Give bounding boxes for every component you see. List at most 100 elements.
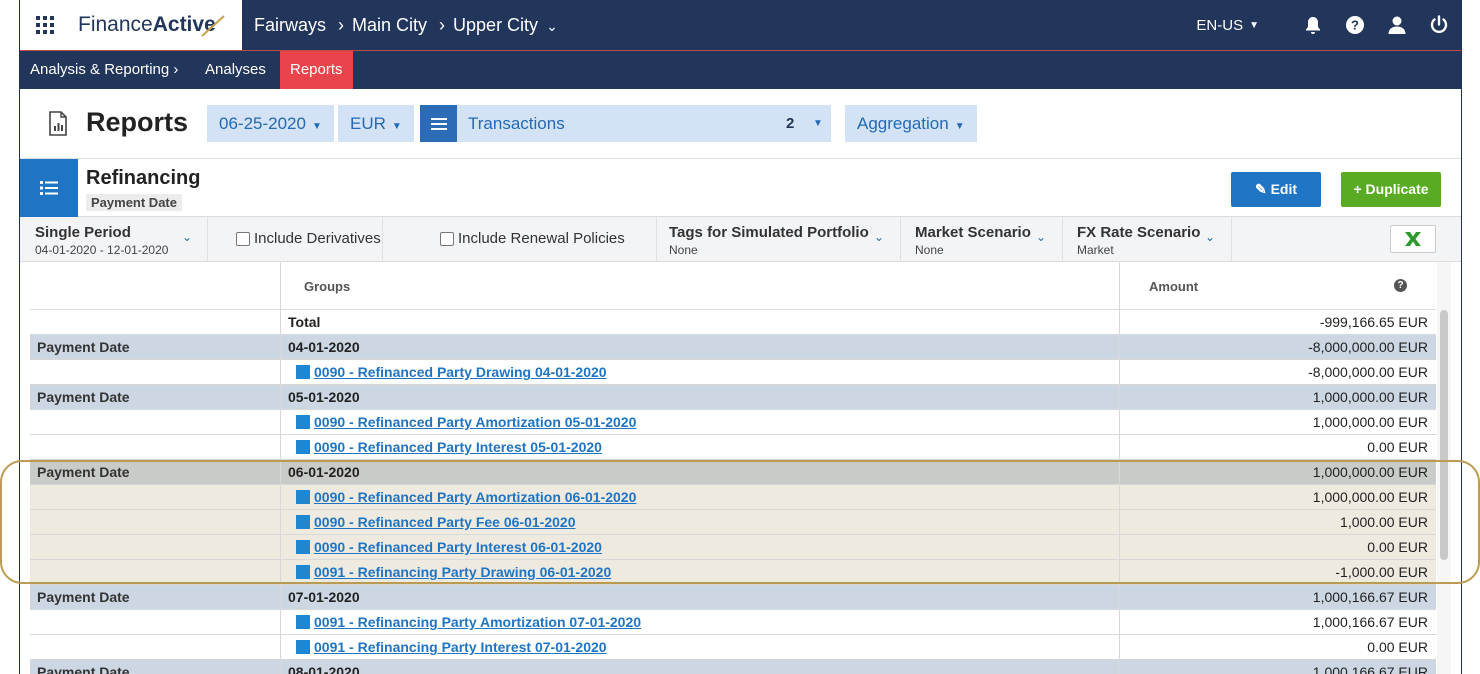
market-title: Market Scenario — [915, 224, 1031, 241]
row-amount: 1,000.00 EUR — [1340, 514, 1428, 530]
transaction-link[interactable]: 0090 - Refinanced Party Amortization 05-… — [314, 414, 636, 430]
chevron-down-icon: ⌄ — [1205, 230, 1216, 244]
caret-down-icon: ▼ — [391, 121, 402, 132]
date-value: 06-25-2020 — [219, 114, 306, 133]
row-amount: 1,000,166.67 EUR — [1312, 664, 1428, 674]
include-renewal-checkbox[interactable]: Include Renewal Policies — [440, 230, 625, 247]
language-selector[interactable]: EN-US ▼ — [1196, 17, 1259, 34]
market-scenario-filter[interactable]: Market Scenario None ⌄ — [901, 217, 1063, 262]
currency-dropdown[interactable]: EUR ▼ — [338, 105, 414, 142]
transaction-square-icon — [296, 440, 310, 454]
table-row: 0090 - Refinanced Party Amortization 06-… — [30, 485, 1436, 510]
table-row: 0091 - Refinancing Party Interest 07-01-… — [30, 635, 1436, 660]
chevron-down-icon[interactable]: ⌄ — [546, 18, 558, 34]
fx-scenario-filter[interactable]: FX Rate Scenario Market ⌄ — [1063, 217, 1232, 262]
chevron-down-icon: ⌄ — [182, 230, 193, 244]
page-header: Reports 06-25-2020 ▼ EUR ▼ Transactions 2 … — [20, 89, 1461, 159]
date-dropdown[interactable]: 06-25-2020 ▼ — [207, 105, 334, 142]
edit-button[interactable]: ✎ Edit — [1231, 172, 1321, 207]
transactions-count: 2 — [786, 115, 795, 132]
caret-down-icon: ▼ — [311, 121, 322, 132]
duplicate-button[interactable]: + Duplicate — [1341, 172, 1441, 207]
row-group-value: Total — [288, 314, 321, 330]
caret-down-icon: ▼ — [954, 121, 965, 132]
breadcrumb-item[interactable]: Main City — [352, 15, 427, 35]
checkbox-box — [236, 231, 250, 246]
nav-reports[interactable]: Reports — [280, 51, 353, 89]
row-amount: 0.00 EUR — [1367, 639, 1428, 655]
nav-analyses[interactable]: Analyses — [195, 51, 276, 89]
aggregation-label: Aggregation — [857, 114, 949, 133]
help-icon[interactable]: ? — [1345, 15, 1365, 35]
transaction-square-icon — [296, 490, 310, 504]
menu-lines-icon — [420, 105, 457, 142]
filter-bar: Single Period 04-01-2020 - 12-01-2020 ⌄ … — [20, 217, 1461, 262]
aggregation-dropdown[interactable]: Aggregation ▼ — [845, 105, 977, 142]
group-row: Payment Date 07-01-2020 1,000,166.67 EUR — [30, 585, 1436, 610]
transaction-link[interactable]: 0090 - Refinanced Party Fee 06-01-2020 — [314, 514, 575, 530]
transaction-link[interactable]: 0091 - Refinancing Party Drawing 06-01-2… — [314, 564, 611, 580]
row-group-label: Payment Date — [37, 339, 130, 355]
excel-export-button[interactable] — [1390, 225, 1436, 253]
breadcrumb-item[interactable]: Upper City — [453, 15, 538, 35]
top-right-actions: EN-US ▼ ? — [1196, 0, 1449, 50]
transactions-label: Transactions — [468, 114, 565, 133]
row-group-label: Payment Date — [37, 589, 130, 605]
column-header-groups[interactable]: Groups — [304, 279, 350, 294]
include-renewal-label: Include Renewal Policies — [458, 230, 625, 247]
transaction-square-icon — [296, 615, 310, 629]
column-header-amount[interactable]: Amount — [1149, 279, 1198, 294]
app-window: FinanceActive Fairways › Main City › Upper C… — [19, 0, 1462, 674]
plus-icon: + — [1353, 181, 1362, 197]
transaction-link[interactable]: 0090 - Refinanced Party Amortization 06-… — [314, 489, 636, 505]
row-group-label: Payment Date — [37, 464, 130, 480]
transaction-link-cell: 0090 - Refinanced Party Drawing 04-01-20… — [296, 364, 607, 380]
scrollbar-thumb[interactable] — [1440, 310, 1448, 560]
breadcrumb-item[interactable]: Fairways — [254, 15, 326, 35]
table-row: 0090 - Refinanced Party Drawing 04-01-20… — [30, 360, 1436, 385]
breadcrumb: Fairways › Main City › Upper City ⌄ — [254, 15, 566, 36]
transaction-square-icon — [296, 365, 310, 379]
list-icon — [40, 181, 58, 195]
transaction-link[interactable]: 0090 - Refinanced Party Interest 06-01-2… — [314, 539, 602, 555]
transactions-dropdown[interactable]: Transactions 2 ▼ — [420, 105, 831, 142]
pencil-icon: ✎ — [1254, 181, 1267, 197]
list-toggle-button[interactable] — [20, 159, 78, 217]
transaction-square-icon — [296, 415, 310, 429]
report-document-icon — [49, 111, 67, 136]
group-row: Payment Date 05-01-2020 1,000,000.00 EUR — [30, 385, 1436, 410]
transaction-link[interactable]: 0090 - Refinanced Party Interest 05-01-2… — [314, 439, 602, 455]
app-grid-icon[interactable] — [36, 16, 54, 34]
report-card-header: Refinancing Payment Date ✎ Edit + Duplic… — [20, 159, 1461, 217]
question-circle-icon[interactable]: ? — [1394, 279, 1407, 292]
row-amount: 1,000,166.67 EUR — [1312, 614, 1428, 630]
chevron-down-icon: ⌄ — [874, 230, 885, 244]
transaction-link[interactable]: 0090 - Refinanced Party Drawing 04-01-20… — [314, 364, 607, 380]
group-row: Payment Date 06-01-2020 1,000,000.00 EUR — [30, 460, 1436, 485]
table-row: 0090 - Refinanced Party Amortization 05-… — [30, 410, 1436, 435]
renewal-filter: Include Renewal Policies — [383, 217, 657, 262]
period-filter[interactable]: Single Period 04-01-2020 - 12-01-2020 ⌄ — [20, 217, 208, 262]
fx-title: FX Rate Scenario — [1077, 224, 1201, 241]
bell-icon[interactable] — [1303, 15, 1323, 35]
row-group-label: Payment Date — [37, 664, 130, 674]
table-row: 0090 - Refinanced Party Interest 05-01-2… — [30, 435, 1436, 460]
power-icon[interactable] — [1429, 15, 1449, 35]
table-row: 0091 - Refinancing Party Amortization 07… — [30, 610, 1436, 635]
column-divider — [1119, 262, 1120, 674]
logo-mark-icon — [201, 15, 225, 37]
transaction-link[interactable]: 0091 - Refinancing Party Interest 07-01-… — [314, 639, 607, 655]
user-icon[interactable] — [1387, 15, 1407, 35]
column-divider — [280, 262, 281, 674]
breadcrumb-chevron-icon: › — [338, 15, 345, 35]
fx-value: Market — [1077, 243, 1114, 257]
transaction-square-icon — [296, 515, 310, 529]
tags-filter[interactable]: Tags for Simulated Portfolio None ⌄ — [657, 217, 901, 262]
transaction-link-cell: 0090 - Refinanced Party Interest 05-01-2… — [296, 439, 602, 455]
transaction-link[interactable]: 0091 - Refinancing Party Amortization 07… — [314, 614, 641, 630]
include-derivatives-checkbox[interactable]: Include Derivatives — [236, 230, 381, 247]
caret-down-icon: ▼ — [1249, 19, 1259, 31]
row-amount: -999,166.65 EUR — [1319, 314, 1428, 330]
svg-text:?: ? — [1351, 18, 1359, 33]
nav-analysis-reporting[interactable]: Analysis & Reporting › — [20, 51, 188, 89]
